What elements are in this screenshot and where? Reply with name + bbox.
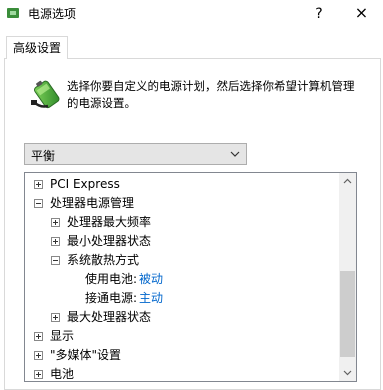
description-line-2: 的电源设置。 — [67, 96, 136, 110]
chevron-down-icon — [230, 151, 240, 157]
tree-item-label: 最小处理器状态 — [67, 234, 152, 248]
tree-item-label: 电池 — [50, 367, 75, 381]
tree-item-multimedia[interactable]: "多媒体"设置 — [25, 346, 340, 365]
close-button[interactable]: × — [340, 0, 383, 28]
plus-expander-icon[interactable] — [34, 370, 43, 379]
minus-expander-icon[interactable] — [34, 199, 43, 208]
plus-expander-icon[interactable] — [51, 313, 60, 322]
tree-scrollbar[interactable] — [339, 173, 356, 381]
tree-item-cooling-policy[interactable]: 系统散热方式 — [25, 251, 340, 270]
tree-item-label: PCI Express — [50, 177, 120, 191]
title-bar: 电源选项 ? × — [0, 0, 383, 28]
tree-item-battery[interactable]: 电池 — [25, 365, 340, 381]
power-plan-dropdown[interactable]: 平衡 — [24, 143, 247, 165]
scroll-down-arrow-icon[interactable] — [339, 364, 356, 381]
battery-power-icon — [31, 80, 60, 109]
tab-advanced-settings[interactable]: 高级设置 — [6, 36, 68, 59]
tree-item-max-frequency[interactable]: 处理器最大频率 — [25, 213, 340, 232]
plus-expander-icon[interactable] — [51, 218, 60, 227]
tree-item-label: 最大处理器状态 — [67, 310, 152, 324]
dropdown-selected-value: 平衡 — [31, 149, 56, 163]
tree-item-plugged-in[interactable]: 接通电源: 主动 — [25, 289, 340, 308]
plugged-in-value-link[interactable]: 主动 — [139, 289, 163, 308]
help-button[interactable]: ? — [300, 0, 338, 28]
tree-item-label: 使用电池: — [85, 272, 138, 286]
plus-expander-icon[interactable] — [34, 351, 43, 360]
window-title: 电源选项 — [28, 7, 77, 21]
tree-item-on-battery[interactable]: 使用电池: 被动 — [25, 270, 340, 289]
settings-tree[interactable]: PCI Express 处理器电源管理 处理器最大频率 最小处理器状态 系统散热… — [24, 172, 357, 382]
minus-expander-icon[interactable] — [51, 256, 60, 265]
description-line-1: 选择你要自定义的电源计划，然后选择你希望计算机管理 — [67, 79, 355, 93]
tree-item-label: 处理器电源管理 — [50, 196, 135, 210]
tree-item-max-processor-state[interactable]: 最大处理器状态 — [25, 308, 340, 327]
tree-item-display[interactable]: 显示 — [25, 327, 340, 346]
tree-item-label: 处理器最大频率 — [67, 215, 152, 229]
scroll-up-arrow-icon[interactable] — [339, 173, 356, 190]
tree-item-label: 接通电源: — [85, 291, 138, 305]
tree-item-label: "多媒体"设置 — [50, 348, 122, 362]
scroll-thumb[interactable] — [340, 271, 355, 357]
plus-expander-icon[interactable] — [34, 180, 43, 189]
on-battery-value-link[interactable]: 被动 — [139, 270, 163, 289]
tree-item-label: 显示 — [50, 329, 75, 343]
plus-expander-icon[interactable] — [51, 237, 60, 246]
plus-expander-icon[interactable] — [34, 332, 43, 341]
power-options-icon — [7, 8, 19, 18]
tree-item-label: 系统散热方式 — [67, 253, 140, 267]
tree-item-processor-power[interactable]: 处理器电源管理 — [25, 194, 340, 213]
tree-item-min-processor-state[interactable]: 最小处理器状态 — [25, 232, 340, 251]
description-text: 选择你要自定义的电源计划，然后选择你希望计算机管理 的电源设置。 — [67, 78, 367, 112]
tree-item-pci-express[interactable]: PCI Express — [25, 175, 340, 194]
